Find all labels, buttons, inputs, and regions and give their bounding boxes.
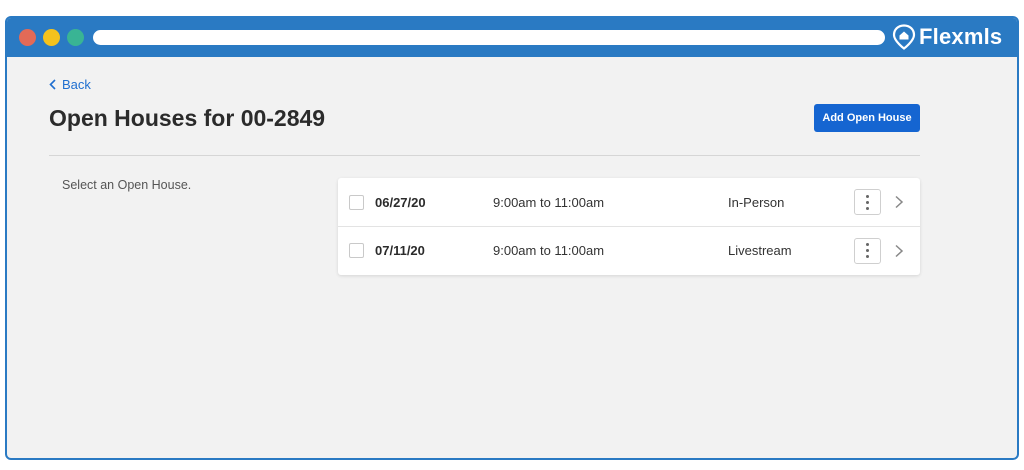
open-house-time: 9:00am to 11:00am xyxy=(493,243,605,258)
open-house-row[interactable]: 06/27/20 9:00am to 11:00am In-Person xyxy=(338,178,920,226)
house-pin-icon xyxy=(892,24,916,50)
back-label: Back xyxy=(62,77,91,92)
open-house-type: Livestream xyxy=(728,243,792,258)
chevron-right-icon[interactable] xyxy=(894,195,904,209)
row-checkbox[interactable] xyxy=(349,243,364,258)
address-bar[interactable] xyxy=(93,30,885,45)
title-bar: Flexmls xyxy=(7,18,1017,57)
select-hint: Select an Open House. xyxy=(62,178,192,192)
open-house-time: 9:00am to 11:00am xyxy=(493,194,605,210)
row-checkbox[interactable] xyxy=(349,194,364,210)
close-window-button[interactable] xyxy=(19,29,36,46)
page-title: Open Houses for 00-2849 xyxy=(49,105,326,131)
open-house-date: 06/27/20 xyxy=(375,194,426,210)
add-open-house-button[interactable]: Add Open House xyxy=(814,104,920,132)
brand-logo: Flexmls xyxy=(892,23,1002,51)
divider xyxy=(49,155,920,156)
browser-window: Flexmls Back Open Houses for 00-2849 Add… xyxy=(5,16,1019,460)
chevron-right-icon[interactable] xyxy=(894,244,904,258)
brand-name: Flexmls xyxy=(919,24,1003,49)
open-house-type: In-Person xyxy=(728,194,785,210)
open-house-date: 07/11/20 xyxy=(375,243,425,258)
row-menu-button[interactable] xyxy=(854,189,881,215)
back-link[interactable]: Back xyxy=(49,77,91,92)
chevron-left-icon xyxy=(49,79,56,90)
row-menu-button[interactable] xyxy=(854,237,881,264)
maximize-window-button[interactable] xyxy=(67,29,84,46)
open-house-list: 06/27/20 9:00am to 11:00am In-Person 07/… xyxy=(338,178,920,275)
more-vertical-icon xyxy=(866,194,869,198)
open-house-row[interactable]: 07/11/20 9:00am to 11:00am Livestream xyxy=(338,226,920,274)
minimize-window-button[interactable] xyxy=(43,29,60,46)
more-vertical-icon xyxy=(866,243,869,246)
page-content: Back Open Houses for 00-2849 Add Open Ho… xyxy=(7,57,1017,458)
